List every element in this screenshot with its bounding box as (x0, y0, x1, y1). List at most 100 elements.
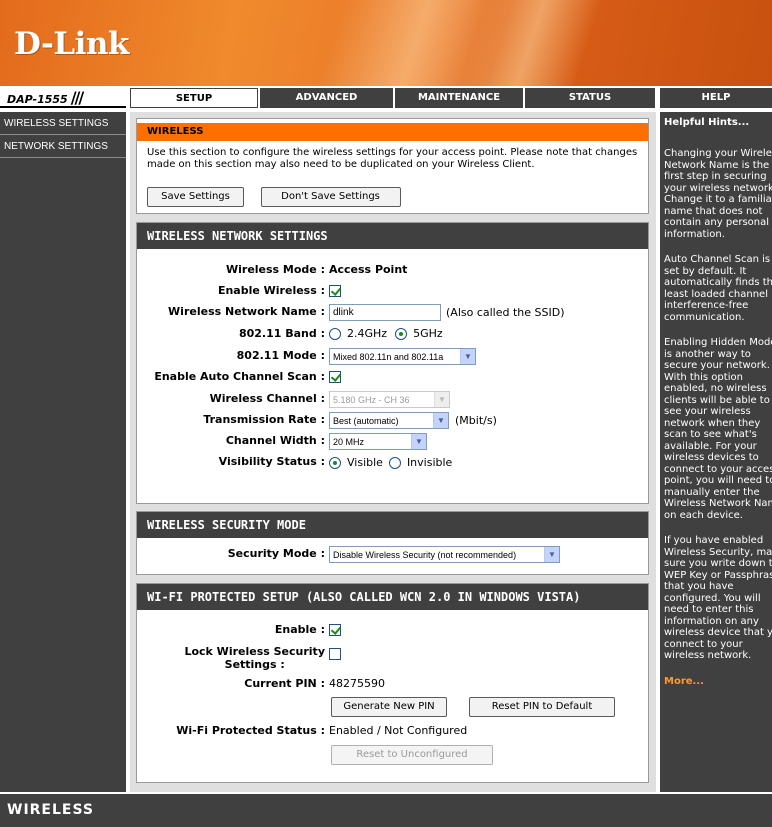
section-title: WIRELESS NETWORK SETTINGS (137, 223, 648, 249)
visible-radio[interactable] (329, 456, 341, 469)
wireless-channel-label: Wireless Channel : (209, 392, 325, 405)
channel-width-label: Channel Width : (225, 434, 325, 447)
section-title: WI-FI PROTECTED SETUP (ALSO CALLED WCN 2… (137, 584, 648, 610)
transmission-rate-select[interactable]: Best (automatic) ▼ (329, 412, 449, 429)
tab-status[interactable]: STATUS (525, 88, 655, 108)
wireless-channel-select[interactable]: 5.180 GHz - CH 36 ▼ (329, 391, 450, 408)
lock-security-row: Lock Wireless Security Settings : (137, 642, 648, 671)
network-name-row: Wireless Network Name : (Also called the… (137, 302, 648, 322)
chevron-down-icon: ▼ (434, 392, 449, 407)
wireless-mode-value: Access Point (329, 263, 408, 276)
help-panel: Helpful Hints... Changing your Wireless … (660, 112, 772, 792)
auto-channel-row: Enable Auto Channel Scan : (137, 367, 648, 387)
visible-label: Visible (347, 456, 383, 469)
current-pin-label: Current PIN : (244, 677, 325, 690)
band-2-4ghz-radio[interactable] (329, 327, 341, 340)
network-name-input[interactable] (329, 304, 441, 321)
wps-box: WI-FI PROTECTED SETUP (ALSO CALLED WCN 2… (136, 583, 649, 783)
wireless-mode-row: Wireless Mode : Access Point (137, 260, 648, 280)
help-hint-hidden-mode: Enabling Hidden Mode is another way to s… (664, 337, 772, 521)
security-mode-label: Security Mode : (227, 547, 325, 560)
lock-security-label: Lock Wireless Security Settings : (184, 645, 325, 671)
enable-wireless-checkbox[interactable] (329, 285, 341, 297)
band-5ghz-label: 5GHz (413, 327, 443, 340)
sidebar-item-wireless-settings[interactable]: WIRELESS SETTINGS (0, 112, 126, 135)
channel-width-row: Channel Width : 20 MHz ▼ (137, 431, 648, 451)
intro-title: WIRELESS (137, 123, 648, 141)
band-5ghz-radio[interactable] (395, 327, 408, 340)
wps-enable-checkbox[interactable] (329, 624, 341, 636)
band-row: 802.11 Band : 2.4GHz 5GHz (137, 324, 648, 344)
save-settings-button[interactable]: Save Settings (147, 187, 244, 207)
lock-security-label-line2: Settings : (224, 658, 285, 671)
security-mode-select[interactable]: Disable Wireless Security (not recommend… (329, 546, 560, 563)
tab-help[interactable]: HELP (660, 88, 772, 108)
help-hint-auto-channel: Auto Channel Scan is set by default. It … (664, 254, 772, 323)
channel-width-select[interactable]: 20 MHz ▼ (329, 433, 427, 450)
wireless-mode-label: Wireless Mode : (225, 263, 325, 276)
security-mode-box: WIRELESS SECURITY MODE Security Mode : D… (136, 511, 649, 575)
current-pin-row: Current PIN : 48275590 (137, 674, 648, 694)
help-hint-network-name: Changing your Wireless Network Name is t… (664, 148, 772, 240)
chevron-down-icon: ▼ (411, 434, 426, 449)
transmission-rate-unit: (Mbit/s) (455, 414, 497, 427)
enable-wireless-row: Enable Wireless : (137, 281, 648, 301)
generate-new-pin-button[interactable]: Generate New PIN (331, 697, 447, 717)
model-label: DAP-1555/// (0, 88, 126, 108)
intro-text: Use this section to configure the wirele… (147, 147, 638, 170)
enable-wireless-label: Enable Wireless : (217, 284, 325, 297)
tab-setup[interactable]: SETUP (130, 88, 258, 108)
auto-channel-checkbox[interactable] (329, 371, 341, 383)
lock-security-label-line1: Lock Wireless Security (184, 645, 325, 658)
band-label: 802.11 Band : (238, 327, 325, 340)
auto-channel-label: Enable Auto Channel Scan : (154, 370, 325, 383)
80211-mode-label: 802.11 Mode : (236, 349, 325, 362)
transmission-rate-row: Transmission Rate : Best (automatic) ▼ (… (137, 410, 648, 430)
help-more-link[interactable]: More... (664, 676, 704, 687)
wps-status-label: Wi-Fi Protected Status : (176, 724, 325, 737)
band-2-4ghz-label: 2.4GHz (347, 327, 388, 340)
wps-status-row: Wi-Fi Protected Status : Enabled / Not C… (137, 721, 648, 741)
security-mode-value: Disable Wireless Security (not recommend… (333, 549, 517, 560)
visibility-row: Visibility Status : Visible Invisible (137, 452, 648, 472)
80211-mode-select[interactable]: Mixed 802.11n and 802.11a ▼ (329, 348, 476, 365)
wireless-channel-value: 5.180 GHz - CH 36 (333, 394, 410, 405)
current-pin-value: 48275590 (329, 677, 385, 690)
intro-box: WIRELESS Use this section to configure t… (136, 118, 649, 214)
channel-width-value: 20 MHz (333, 436, 365, 447)
lock-security-checkbox[interactable] (329, 648, 341, 660)
wps-enable-row: Enable : (137, 620, 648, 640)
help-title: Helpful Hints... (664, 117, 750, 128)
sidebar: WIRELESS SETTINGS NETWORK SETTINGS (0, 112, 126, 792)
model-slashes-icon: /// (70, 88, 84, 107)
section-title: WIRELESS SECURITY MODE (137, 512, 648, 538)
reset-unconfigured-button[interactable]: Reset to Unconfigured (331, 745, 493, 765)
help-hint-security: If you have enabled Wireless Security, m… (664, 535, 772, 661)
wps-enable-label: Enable : (274, 623, 325, 636)
wps-status-value: Enabled / Not Configured (329, 724, 468, 737)
sidebar-item-network-settings[interactable]: NETWORK SETTINGS (0, 135, 126, 158)
security-mode-row: Security Mode : Disable Wireless Securit… (137, 544, 648, 564)
wireless-channel-row: Wireless Channel : 5.180 GHz - CH 36 ▼ (137, 389, 648, 409)
header-banner: D-Link (0, 0, 772, 86)
80211-mode-row: 802.11 Mode : Mixed 802.11n and 802.11a … (137, 346, 648, 366)
80211-mode-value: Mixed 802.11n and 802.11a (333, 351, 444, 362)
reset-pin-default-button[interactable]: Reset PIN to Default (469, 697, 615, 717)
network-name-label: Wireless Network Name : (168, 305, 325, 318)
transmission-rate-label: Transmission Rate : (203, 413, 325, 426)
chevron-down-icon: ▼ (433, 413, 448, 428)
footer-wireless-label: WIRELESS (0, 794, 772, 827)
invisible-radio[interactable] (388, 456, 401, 469)
visibility-label: Visibility Status : (218, 455, 325, 468)
transmission-rate-value: Best (automatic) (333, 415, 399, 426)
tab-advanced[interactable]: ADVANCED (260, 88, 393, 108)
main-content: WIRELESS Use this section to configure t… (130, 112, 656, 792)
ssid-note: (Also called the SSID) (446, 306, 565, 319)
chevron-down-icon: ▼ (544, 547, 559, 562)
dlink-logo: D-Link (14, 26, 129, 62)
dont-save-settings-button[interactable]: Don't Save Settings (260, 187, 401, 207)
chevron-down-icon: ▼ (460, 349, 475, 364)
wireless-network-settings-box: WIRELESS NETWORK SETTINGS Wireless Mode … (136, 222, 649, 504)
model-name: DAP-1555 (7, 93, 68, 106)
tab-maintenance[interactable]: MAINTENANCE (395, 88, 523, 108)
